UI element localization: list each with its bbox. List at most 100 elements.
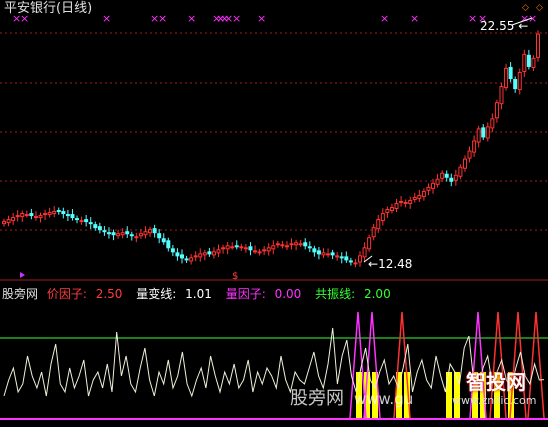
price-low-value: 12.48 [378, 257, 413, 271]
candle-body [358, 255, 362, 263]
candle-body [499, 86, 504, 105]
candle-body [426, 186, 431, 191]
candle-body [408, 199, 413, 204]
candle-body [339, 256, 344, 259]
candle-body [20, 213, 25, 218]
candle-body [262, 249, 267, 252]
candle-body [193, 255, 198, 258]
candle-body [11, 217, 16, 222]
candle-body [180, 254, 184, 259]
candle-body [184, 258, 189, 261]
candle-body [462, 158, 467, 169]
candle-body [257, 251, 262, 254]
candle-body [440, 172, 445, 179]
candle-body [134, 236, 139, 239]
candle-body [444, 173, 449, 178]
candle-body [70, 214, 75, 219]
candle-body [120, 232, 125, 236]
candle-body [458, 166, 463, 177]
candle-body [344, 256, 349, 261]
signal-diamond: ◇ [522, 3, 529, 13]
candle-body [161, 238, 166, 243]
candle-body [24, 214, 29, 217]
watermark-url: www.znilic.com [452, 394, 537, 407]
candle-body [312, 248, 317, 253]
candle-body [348, 260, 353, 263]
candle-body [435, 178, 440, 185]
candle-body [490, 118, 495, 129]
candle-body [326, 253, 331, 256]
candle-body [421, 190, 426, 197]
price-high-value: 22.55 [480, 19, 515, 33]
candle-body [129, 234, 134, 237]
candle-body [234, 245, 239, 248]
candle-body [481, 127, 486, 138]
signal-x-mark: × [187, 12, 196, 25]
candle-body [29, 213, 34, 217]
candle-body [431, 182, 436, 189]
signal-x-mark: × [158, 12, 167, 25]
candle-body [143, 231, 148, 236]
candle-body [307, 246, 312, 249]
buy-arrow-marker [20, 272, 25, 278]
candle-body [271, 245, 276, 250]
price-low-label: ←12.48 [368, 257, 412, 271]
candle-body [467, 150, 472, 159]
price-high-arrow: ← [518, 19, 529, 33]
grid-lines [0, 32, 548, 281]
candle-body [170, 248, 175, 253]
legend-price-factor: 价因子: 2.50 [46, 287, 123, 301]
candle-body [494, 102, 499, 119]
stock-title: 平安银行(日线) [4, 1, 93, 16]
candle-body [106, 232, 111, 235]
signal-x-mark: × [410, 12, 419, 25]
candle-body [207, 251, 212, 255]
candle-body [476, 128, 481, 143]
signal-x-mark: × [257, 12, 266, 25]
candle-body [52, 211, 57, 215]
candle-body [508, 66, 513, 80]
legend-volume-factor: 量因子: 0.00 [225, 287, 302, 301]
candle-body [221, 247, 226, 250]
candle-body [38, 215, 43, 219]
legend-resonance-line: 共振线: 2.00 [315, 287, 391, 301]
candle-body [517, 71, 522, 91]
candle-body [47, 212, 52, 216]
candle-body [61, 211, 66, 215]
candle-body [239, 246, 244, 249]
chart-stage: × × × × × × × × × × × × × × × × × × ◇ ◇ $ 平安银行(日线) 22.55 ← ←… [0, 0, 548, 423]
candle-body [84, 219, 89, 223]
candle-body [93, 224, 98, 229]
candle-body [125, 231, 130, 235]
candle-body [353, 262, 358, 265]
chart-svg: ×× × ×× × ××××× × × × × × ××◇ ◇$ [0, 3, 548, 420]
legend-volume-change: 量变线: 1.01 [136, 287, 212, 301]
candle-body [198, 253, 203, 258]
watermark-zhitou: 智投网 [466, 370, 526, 394]
candle-body [485, 126, 490, 139]
candle-body [275, 243, 280, 246]
candle-body [189, 257, 194, 262]
candle-body [321, 252, 326, 256]
candle-body [412, 196, 417, 200]
sell-s-marker: $ [232, 271, 238, 282]
candle-body [362, 247, 367, 258]
candle-body [79, 220, 84, 223]
candle-body [138, 233, 143, 237]
candle-body [2, 221, 6, 225]
candle-body [216, 249, 221, 254]
candle-body [449, 177, 454, 182]
candle-body [266, 247, 271, 252]
candle-body [43, 213, 48, 216]
candle-body [399, 200, 404, 203]
price-high-label: 22.55 ← [480, 19, 528, 33]
candle-body [65, 214, 70, 217]
candle-body [335, 255, 340, 258]
candle-body [253, 250, 258, 253]
candle-body [371, 227, 376, 238]
candle-body [513, 79, 518, 90]
candle-body [376, 219, 381, 230]
candle-body [116, 233, 121, 237]
candle-body [504, 67, 509, 89]
candle-body [531, 57, 536, 68]
